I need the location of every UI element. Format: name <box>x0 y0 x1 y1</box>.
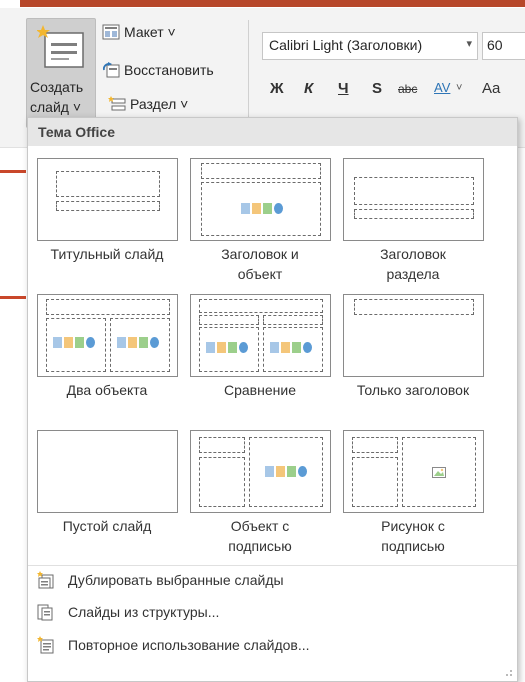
layout-picture-with-caption[interactable] <box>343 430 484 513</box>
resize-grip-icon[interactable] <box>505 669 513 677</box>
reset-label: Восстановить <box>124 62 214 78</box>
layout-label: Макет ˅ <box>124 24 176 40</box>
layout-section-header[interactable] <box>343 158 484 241</box>
reset-button[interactable]: Восстановить <box>102 58 214 82</box>
text-placeholder-right <box>263 315 323 325</box>
font-size-value: 60 <box>487 37 503 53</box>
layout-title-and-content[interactable] <box>190 158 331 241</box>
title-placeholder <box>46 299 170 315</box>
title-placeholder <box>352 437 398 453</box>
layout-comparison[interactable] <box>190 294 331 377</box>
gallery-divider <box>28 565 517 566</box>
text-placeholder <box>352 457 398 507</box>
layout-label-title-and-content: Заголовок и объект <box>221 246 299 282</box>
layout-label-two-content: Два объекта <box>66 382 148 398</box>
layout-content-with-caption[interactable] <box>190 430 331 513</box>
slides-from-outline-label: Слайды из структуры... <box>68 604 220 620</box>
section-button[interactable]: Раздел ˅ <box>108 92 188 116</box>
duplicate-slides-icon <box>37 571 54 589</box>
layout-label-title-slide: Титульный слайд <box>50 246 164 262</box>
new-slide-label-line2: слайд ˅ <box>30 99 82 115</box>
layout-blank[interactable] <box>37 430 178 513</box>
section-icon <box>108 96 126 111</box>
chevron-down-icon: ▾ <box>466 38 472 50</box>
slide-edge-accent <box>0 170 26 173</box>
new-slide-icon <box>37 25 84 68</box>
slide-edge-accent <box>0 296 26 299</box>
text-placeholder-left <box>199 315 259 325</box>
content-icons <box>270 340 314 354</box>
title-placeholder <box>201 163 321 179</box>
change-case-button[interactable]: Aa <box>482 80 500 97</box>
character-spacing-button[interactable]: AV <box>434 80 450 95</box>
title-placeholder <box>354 299 474 315</box>
reuse-slides-command[interactable]: Повторное использование слайдов... <box>36 633 310 657</box>
reuse-slides-icon <box>37 636 54 654</box>
picture-icon <box>432 467 446 478</box>
bold-button[interactable]: Ж <box>270 80 284 97</box>
new-slide-label-line1: Создать <box>30 79 84 95</box>
reuse-slides-label: Повторное использование слайдов... <box>68 637 310 653</box>
duplicate-slides-label: Дублировать выбранные слайды <box>68 572 284 588</box>
layout-icon <box>102 24 120 40</box>
layout-label-title-only: Только заголовок <box>356 382 470 398</box>
layout-gallery-dropdown: Тема Office Титульный слайд Заголовок ио… <box>27 117 518 682</box>
layout-two-content[interactable] <box>37 294 178 377</box>
reset-icon <box>103 62 120 78</box>
title-placeholder <box>199 299 323 313</box>
content-icons <box>241 201 285 215</box>
text-placeholder <box>354 209 474 219</box>
strikethrough-button[interactable]: abc <box>398 82 417 96</box>
subtitle-placeholder <box>56 201 160 211</box>
chevron-down-icon[interactable]: ˅ <box>456 82 462 94</box>
duplicate-slides-command[interactable]: Дублировать выбранные слайды <box>36 568 284 592</box>
title-placeholder <box>56 171 160 197</box>
font-name-value: Calibri Light (Заголовки) <box>269 37 423 53</box>
content-icons <box>265 464 309 478</box>
accent-bar <box>20 0 525 7</box>
layout-label-comparison: Сравнение <box>224 382 296 398</box>
layout-label-content-with-caption: Объект с подписью <box>228 518 292 554</box>
slides-from-outline-command[interactable]: Слайды из структуры... <box>36 600 219 624</box>
content-icons <box>117 335 161 349</box>
new-slide-button[interactable]: Создать слайд ˅ <box>26 18 96 128</box>
slides-from-outline-icon <box>37 604 53 621</box>
content-icons <box>206 340 250 354</box>
shadow-button[interactable]: S <box>372 80 382 97</box>
font-name-combo[interactable]: Calibri Light (Заголовки) ▾ <box>262 32 478 60</box>
title-placeholder <box>199 437 245 453</box>
title-placeholder <box>354 177 474 205</box>
section-label: Раздел ˅ <box>130 96 189 112</box>
layout-title-slide[interactable] <box>37 158 178 241</box>
italic-button[interactable]: К <box>304 80 313 97</box>
text-placeholder <box>199 457 245 507</box>
gallery-header: Тема Office <box>28 118 517 146</box>
content-icons <box>53 335 97 349</box>
layout-button[interactable]: Макет ˅ <box>102 20 176 44</box>
layout-title-only[interactable] <box>343 294 484 377</box>
layout-label-blank: Пустой слайд <box>62 518 152 534</box>
font-size-combo[interactable]: 60 <box>482 32 525 60</box>
layout-label-picture-with-caption: Рисунок с подписью <box>381 518 445 554</box>
ribbon-separator <box>248 20 249 120</box>
layout-label-section-header: Заголовок раздела <box>380 246 446 282</box>
underline-button[interactable]: Ч <box>338 80 349 97</box>
